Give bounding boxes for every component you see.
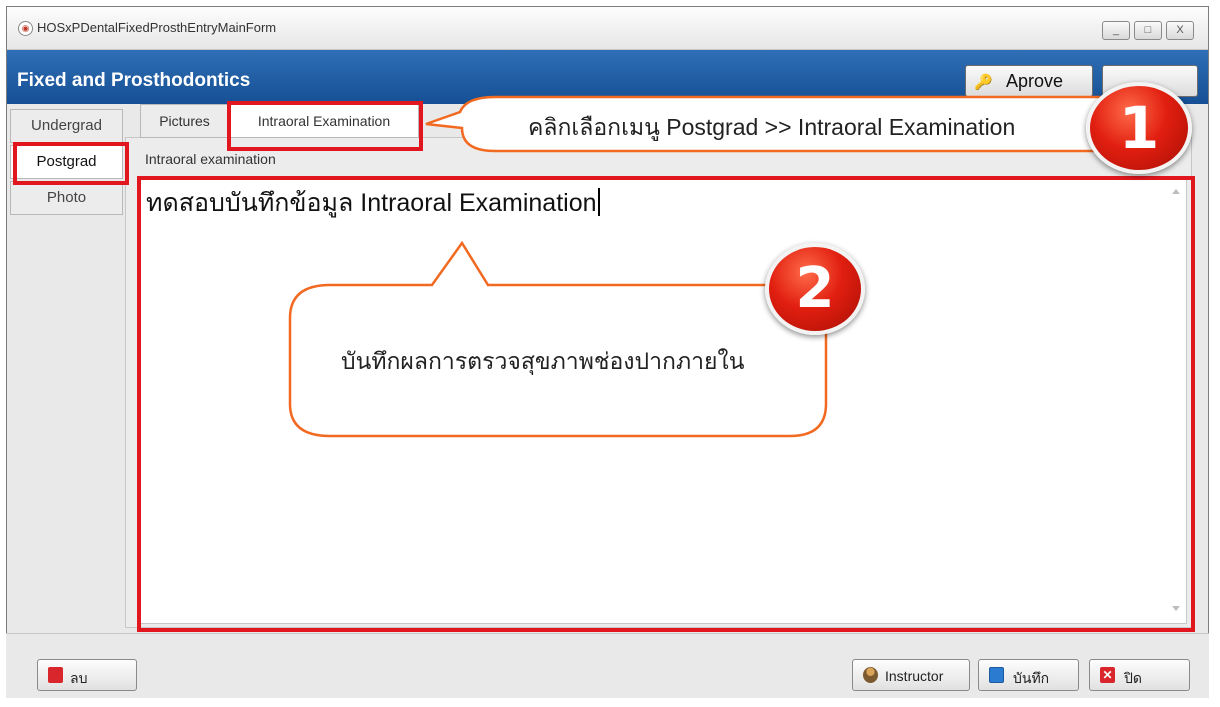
approve-button[interactable]: 🔑 Aprove bbox=[965, 65, 1093, 97]
side-tab-undergrad[interactable]: Undergrad bbox=[10, 109, 123, 143]
save-label: บันทึก bbox=[1013, 670, 1050, 686]
close-window-button[interactable]: X bbox=[1166, 21, 1194, 40]
maximize-button[interactable]: □ bbox=[1134, 21, 1162, 40]
close-x-icon: ✕ bbox=[1100, 667, 1115, 683]
close-label: ปิด bbox=[1124, 670, 1142, 686]
window-title: HOSxPDentalFixedProsthEntryMainForm bbox=[37, 20, 277, 35]
delete-button[interactable]: ลบ bbox=[37, 659, 137, 691]
floppy-disk-icon bbox=[989, 667, 1004, 683]
step-2-badge: 2 bbox=[765, 243, 865, 335]
save-button[interactable]: บันทึก bbox=[978, 659, 1079, 691]
callout-2-text: บันทึกผลการตรวจสุขภาพช่องปากภายใน bbox=[341, 348, 745, 374]
user-icon bbox=[863, 667, 878, 683]
key-icon: 🔑 bbox=[974, 74, 993, 91]
form-title: Fixed and Prosthodontics bbox=[17, 70, 251, 91]
callout-1-text: คลิกเลือกเมนู Postgrad >> Intraoral Exam… bbox=[528, 114, 1016, 140]
minimize-button[interactable]: _ bbox=[1102, 21, 1130, 40]
side-tab-photo[interactable]: Photo bbox=[10, 181, 123, 215]
app-icon: ◉ bbox=[18, 21, 33, 36]
approve-label: Aprove bbox=[1006, 71, 1064, 91]
highlight-memo-field bbox=[137, 176, 1195, 632]
trash-icon bbox=[48, 667, 63, 683]
instructor-label: Instructor bbox=[885, 668, 944, 684]
highlight-postgrad bbox=[13, 142, 129, 185]
group-label: Intraoral examination bbox=[145, 151, 276, 167]
highlight-intraoral-tab bbox=[227, 101, 423, 151]
step-1-badge: 1 bbox=[1086, 82, 1192, 174]
title-bar[interactable]: ◉ HOSxPDentalFixedProsthEntryMainForm _ … bbox=[7, 7, 1208, 50]
form-header: Fixed and Prosthodontics 🔑 Aprove bbox=[7, 50, 1208, 104]
tab-pictures[interactable]: Pictures bbox=[140, 104, 229, 138]
delete-label: ลบ bbox=[70, 670, 88, 686]
close-button[interactable]: ✕ ปิด bbox=[1089, 659, 1190, 691]
instructor-button[interactable]: Instructor bbox=[852, 659, 970, 691]
